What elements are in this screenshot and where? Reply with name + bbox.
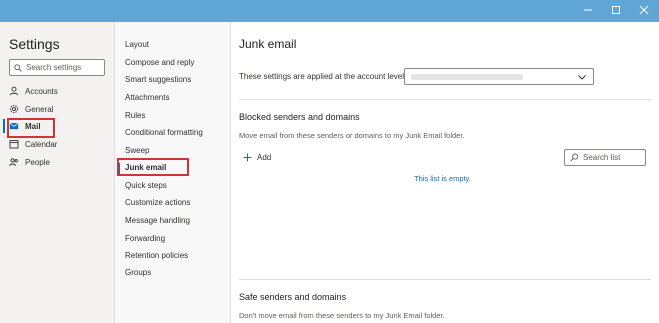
page-title: Junk email [239,37,297,51]
junk-email-panel: Junk email These settings are applied at… [231,22,659,323]
subnav-item-forwarding[interactable]: Forwarding [125,234,165,243]
divider [239,279,651,280]
blocked-senders-description: Move email from these senders or domains… [239,131,465,140]
subnav-item-layout[interactable]: Layout [125,40,149,49]
title-bar [0,0,659,22]
nav-item-calendar[interactable]: Calendar [9,137,57,151]
subnav-item-groups[interactable]: Groups [125,268,151,277]
account-dropdown[interactable] [404,68,594,85]
redacted-account-value [411,74,523,80]
account-level-label: These settings are applied at the accoun… [239,72,407,81]
gear-icon [9,104,19,114]
subnav-item-compose-and-reply[interactable]: Compose and reply [125,58,194,67]
search-placeholder: Search settings [26,63,82,72]
nav-item-label: Accounts [25,86,58,96]
nav-item-label: General [25,104,54,114]
nav-item-people[interactable]: People [9,155,50,169]
divider [239,99,651,100]
safe-senders-heading: Safe senders and domains [239,292,347,302]
nav-item-label: People [25,157,50,167]
nav-item-accounts[interactable]: Accounts [9,84,58,98]
subnav-item-quick-steps[interactable]: Quick steps [125,181,167,190]
subnav-item-conditional-formatting[interactable]: Conditional formatting [125,128,203,137]
search-icon [14,63,22,72]
add-label: Add [257,153,272,162]
highlight-box-junk-email [117,158,189,176]
calendar-icon [9,139,19,149]
add-blocked-sender-button[interactable]: Add [243,153,271,162]
selection-indicator [3,119,5,133]
blocked-senders-heading: Blocked senders and domains [239,112,360,122]
subnav-item-attachments[interactable]: Attachments [125,93,169,102]
highlight-box-mail [7,118,55,138]
person-icon [9,86,19,96]
subnav-item-sweep[interactable]: Sweep [125,146,149,155]
subnav-item-smart-suggestions[interactable]: Smart suggestions [125,75,191,84]
empty-list-message: This list is empty. [414,174,471,183]
plus-icon [243,153,252,162]
search-icon [570,153,579,162]
window-controls [581,3,651,17]
subnav-item-retention-policies[interactable]: Retention policies [125,251,188,260]
close-icon[interactable] [637,3,651,17]
safe-senders-description: Don't move email from these senders to m… [239,311,445,320]
subnav-item-message-handling[interactable]: Message handling [125,216,190,225]
people-icon [9,157,19,167]
chevron-down-icon [578,75,586,80]
settings-search-input[interactable]: Search settings [9,59,105,76]
minimize-icon[interactable] [581,3,595,17]
settings-nav-pane: Settings Search settings Accounts Genera… [0,22,115,323]
subnav-item-customize-actions[interactable]: Customize actions [125,198,190,207]
nav-item-label: Calendar [25,139,58,149]
nav-item-general[interactable]: General [9,102,53,116]
maximize-icon[interactable] [609,3,623,17]
settings-title: Settings [9,36,60,52]
search-list-placeholder: Search list [583,153,621,162]
search-list-input[interactable]: Search list [564,149,646,166]
subnav-item-rules[interactable]: Rules [125,111,145,120]
